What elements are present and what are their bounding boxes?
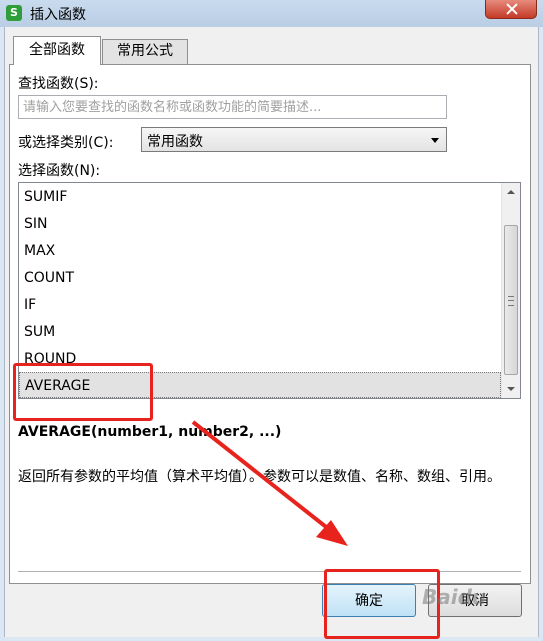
app-icon: S [6, 5, 22, 21]
list-item[interactable]: SUMIF [19, 184, 501, 210]
list-item[interactable]: SIN [19, 211, 501, 237]
category-select[interactable]: 常用函数 [141, 127, 447, 152]
search-input[interactable] [19, 96, 446, 118]
list-item[interactable]: MAX [19, 238, 501, 264]
title-bar[interactable]: S 插入函数 [0, 0, 543, 27]
list-item[interactable]: COUNT [19, 265, 501, 291]
list-item[interactable]: ROUND [19, 346, 501, 372]
tab-all-functions[interactable]: 全部函数 [13, 36, 101, 65]
cancel-button[interactable]: 取消 [428, 584, 522, 617]
list-item[interactable]: SUM [19, 319, 501, 345]
search-label: 查找函数(S): [18, 76, 99, 92]
tab-common-formulas[interactable]: 常用公式 [102, 39, 188, 64]
function-listbox[interactable]: SUMIF SIN MAX COUNT IF SUM ROUND AVERAGE [18, 182, 521, 399]
scroll-thumb[interactable] [504, 225, 518, 375]
search-field[interactable] [18, 95, 447, 119]
function-signature: AVERAGE(number1, number2, ...) [18, 424, 282, 440]
category-selected-value: 常用函数 [147, 134, 203, 150]
function-list-label: 选择函数(N): [18, 163, 101, 179]
chevron-down-icon[interactable] [431, 138, 439, 143]
category-label: 或选择类别(C): [18, 135, 114, 151]
close-icon[interactable] [485, 0, 537, 19]
ok-button[interactable]: 确定 [322, 584, 416, 617]
list-item[interactable]: IF [19, 292, 501, 318]
footer-divider [18, 571, 521, 572]
list-scrollbar[interactable] [501, 183, 520, 398]
scroll-up-icon[interactable] [502, 183, 520, 201]
dialog-title: 插入函数 [30, 7, 86, 23]
scroll-down-icon[interactable] [502, 380, 520, 398]
function-description: 返回所有参数的平均值（算术平均值）。参数可以是数值、名称、数组、引用。 [18, 469, 501, 485]
list-item-selected[interactable]: AVERAGE [19, 372, 501, 398]
grip-icon [508, 296, 514, 306]
